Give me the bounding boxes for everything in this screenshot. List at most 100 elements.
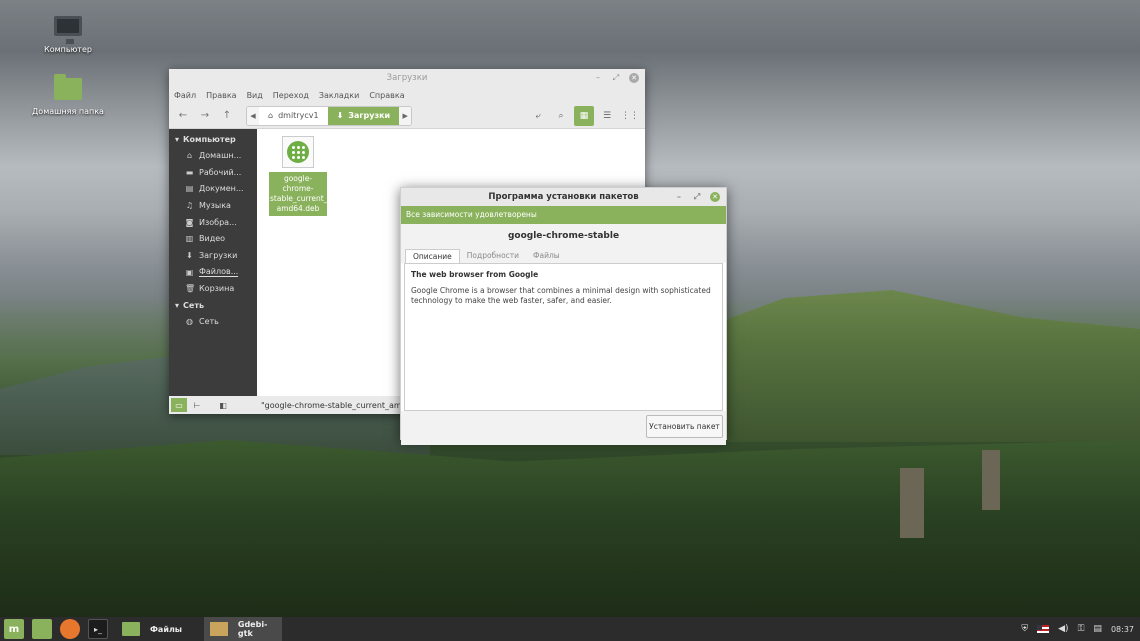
sidebar-item-network[interactable]: ◍ Сеть xyxy=(169,313,257,330)
icon-view-icon[interactable]: ▦ xyxy=(574,105,594,126)
network-icon: ◍ xyxy=(186,317,193,327)
menu-edit[interactable]: Правка xyxy=(206,91,236,100)
keyboard-layout-flag-icon[interactable] xyxy=(1037,625,1050,633)
tab-bar: Описание Подробности Файлы xyxy=(401,248,726,263)
download-icon: ⬇ xyxy=(336,111,344,120)
taskbar: m ▸_ Файлы Gdebi-gtk ⛨ ◀) ⚿ ▤ 08:37 xyxy=(0,617,1140,641)
monitor-icon xyxy=(54,16,82,44)
volume-icon[interactable]: ◀) xyxy=(1058,624,1068,634)
sidebar-header-computer[interactable]: ▾ Компьютер xyxy=(169,131,257,147)
compact-view-icon[interactable]: ⋮⋮ xyxy=(620,106,640,126)
minimize-button[interactable]: – xyxy=(674,192,684,202)
sidebar-item-label: Музыка xyxy=(199,200,231,210)
desktop-icon-home[interactable]: Домашняя папка xyxy=(28,74,108,116)
minimize-button[interactable]: – xyxy=(593,73,603,83)
close-button[interactable]: ✕ xyxy=(629,73,639,83)
files-launcher-icon[interactable] xyxy=(32,619,52,639)
places-toggle-icon[interactable]: ▭ xyxy=(171,398,187,412)
film-icon: ▥ xyxy=(185,234,194,244)
deb-package-icon xyxy=(282,136,314,168)
file-label-line: stable_current_ xyxy=(270,194,328,203)
menu-view[interactable]: Вид xyxy=(247,91,263,100)
file-label-line: amd64.deb xyxy=(276,204,320,213)
sidebar-item-desktop[interactable]: ▬ Рабочий... xyxy=(169,164,257,181)
gdebi-window: Программа установки пакетов – ⤢ ✕ Все за… xyxy=(400,187,727,445)
sidebar: ▾ Компьютер ⌂ Домашн... ▬ Рабочий... ▤ Доку… xyxy=(169,129,257,396)
sidebar-item-pictures[interactable]: ◙ Изобра... xyxy=(169,214,257,231)
back-icon[interactable]: ← xyxy=(174,107,192,125)
desktop-icon-computer[interactable]: Компьютер xyxy=(28,16,108,54)
breadcrumb-label: dmitrycv1 xyxy=(278,111,319,120)
folder-icon xyxy=(122,622,140,636)
sidebar-item-videos[interactable]: ▥ Видео xyxy=(169,230,257,247)
file-label-line: google-chrome- xyxy=(282,174,314,193)
maximize-button[interactable]: ⤢ xyxy=(611,73,621,83)
up-icon[interactable]: ↑ xyxy=(218,107,236,125)
system-tray: ⛨ ◀) ⚿ ▤ 08:37 xyxy=(1021,624,1140,634)
list-view-icon[interactable]: ☰ xyxy=(597,106,617,126)
hide-sidebar-icon[interactable]: ◧ xyxy=(215,398,231,412)
terminal-launcher-icon[interactable]: ▸_ xyxy=(88,619,108,639)
task-label: Gdebi-gtk xyxy=(237,620,268,638)
camera-icon: ◙ xyxy=(185,217,194,227)
file-label: google-chrome- stable_current_ amd64.deb xyxy=(269,172,327,216)
sidebar-header-network[interactable]: ▾ Сеть xyxy=(169,297,257,313)
menu-button[interactable]: m xyxy=(4,619,24,639)
window-titlebar[interactable]: Загрузки – ⤢ ✕ xyxy=(169,69,645,87)
sidebar-item-label: Файлов... xyxy=(199,267,239,278)
breadcrumb-home[interactable]: ⌂ dmitrycv1 xyxy=(259,107,328,125)
tree-toggle-icon[interactable]: ⊢ xyxy=(189,398,205,412)
toolbar: ← → ↑ ◀ ⌂ dmitrycv1 ⬇ Загрузки ▶ ⤶ ⌕ ▦ ☰… xyxy=(169,103,645,129)
sidebar-item-label: Корзина xyxy=(199,284,235,294)
chevron-right-icon[interactable]: ▶ xyxy=(399,106,412,125)
mint-logo-icon: m xyxy=(8,623,20,635)
breadcrumb-label: Загрузки xyxy=(348,111,391,120)
tab-description[interactable]: Описание xyxy=(405,249,460,263)
menu-file[interactable]: Файл xyxy=(174,91,196,100)
trash-icon: 🗑 xyxy=(185,284,196,294)
path-toggle-icon[interactable]: ⤶ xyxy=(528,106,548,126)
chevron-down-icon: ▾ xyxy=(175,300,180,310)
window-titlebar[interactable]: Программа установки пакетов – ⤢ ✕ xyxy=(401,188,726,206)
clipboard-icon[interactable]: ▤ xyxy=(1093,624,1102,634)
task-gdebi[interactable]: Gdebi-gtk xyxy=(204,617,282,641)
sidebar-item-music[interactable]: ♫ Музыка xyxy=(169,197,257,214)
desktop-icon-label: Домашняя папка xyxy=(32,107,104,116)
desktop-icon-label: Компьютер xyxy=(44,45,92,54)
sidebar-item-label: Домашн... xyxy=(199,150,242,160)
menu-help[interactable]: Справка xyxy=(369,91,404,100)
menu-bookmarks[interactable]: Закладки xyxy=(319,91,359,100)
search-icon[interactable]: ⌕ xyxy=(551,106,571,126)
description-panel: The web browser from Google Google Chrom… xyxy=(404,263,723,411)
clock[interactable]: 08:37 xyxy=(1111,625,1134,634)
window-title: Загрузки xyxy=(386,73,428,83)
desktop-icon: ▬ xyxy=(185,167,194,177)
forward-icon[interactable]: → xyxy=(196,107,214,125)
sidebar-item-home[interactable]: ⌂ Домашн... xyxy=(169,147,257,164)
tab-files[interactable]: Файлы xyxy=(526,249,567,263)
chevron-left-icon[interactable]: ◀ xyxy=(247,106,259,125)
firefox-launcher-icon[interactable] xyxy=(60,619,80,639)
sidebar-item-filesystem[interactable]: ▣ Файлов... xyxy=(169,264,257,281)
close-button[interactable]: ✕ xyxy=(710,192,720,202)
wallpaper-fence-post xyxy=(900,468,924,538)
install-package-button[interactable]: Установить пакет xyxy=(646,415,723,438)
wallpaper-fence-post xyxy=(982,450,1000,510)
breadcrumb-downloads[interactable]: ⬇ Загрузки xyxy=(327,106,400,125)
shield-icon[interactable]: ⛨ xyxy=(1021,624,1028,634)
task-files[interactable]: Файлы xyxy=(116,617,204,641)
network-icon[interactable]: ⚿ xyxy=(1078,624,1085,634)
task-label: Файлы xyxy=(150,624,183,634)
tab-details[interactable]: Подробности xyxy=(460,249,526,263)
sidebar-item-label: Загрузки xyxy=(199,250,238,260)
home-icon: ⌂ xyxy=(268,111,274,120)
sidebar-item-downloads[interactable]: ⬇ Загрузки xyxy=(169,247,257,264)
file-item[interactable]: google-chrome- stable_current_ amd64.deb xyxy=(269,136,327,216)
folder-icon xyxy=(54,74,82,100)
drive-icon: ▣ xyxy=(185,267,194,277)
maximize-button[interactable]: ⤢ xyxy=(692,192,702,202)
menu-go[interactable]: Переход xyxy=(273,91,309,100)
package-summary: The web browser from Google xyxy=(411,270,539,279)
sidebar-item-trash[interactable]: 🗑 Корзина xyxy=(169,281,257,298)
sidebar-item-documents[interactable]: ▤ Докумен... xyxy=(169,180,257,197)
